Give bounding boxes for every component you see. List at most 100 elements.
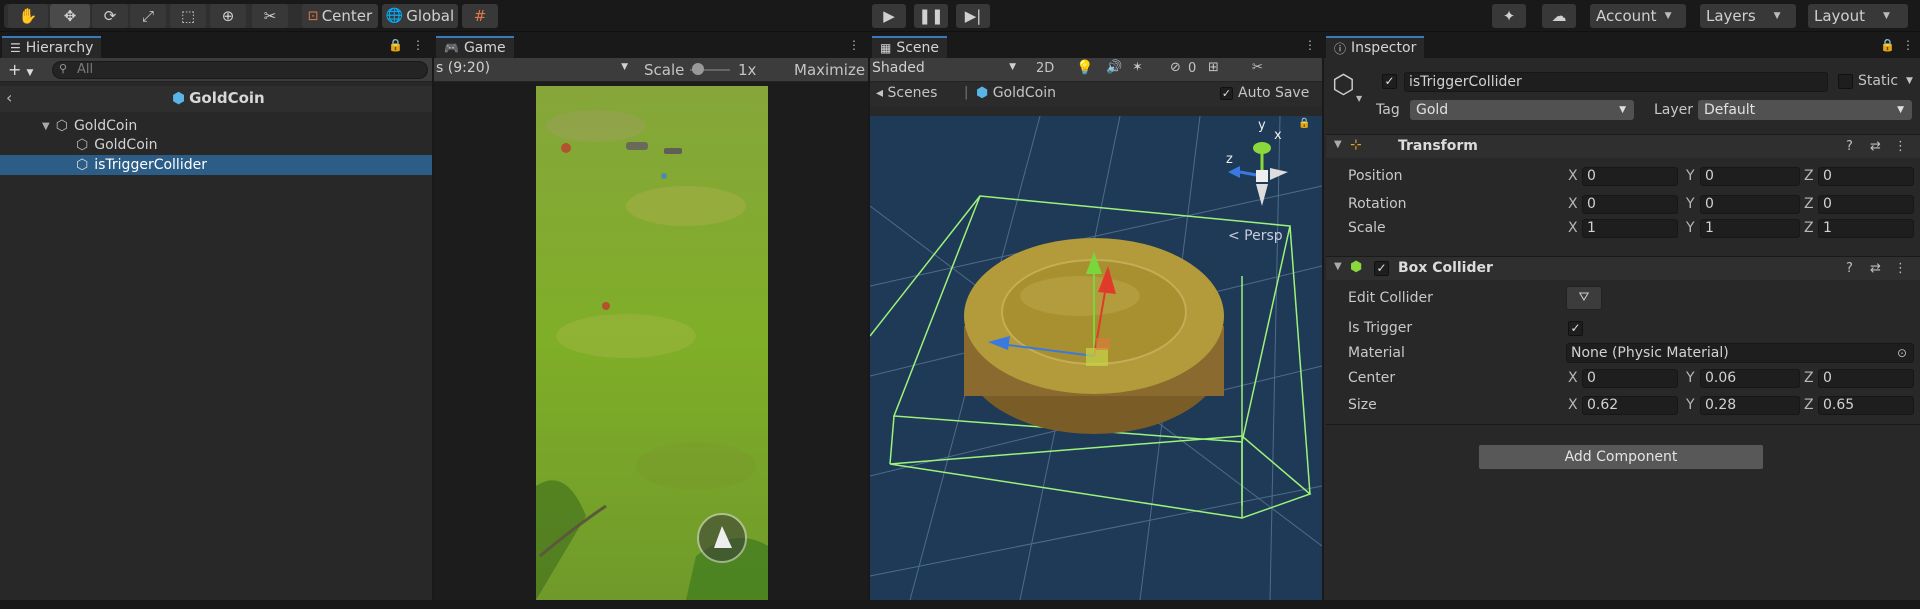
effects-icon[interactable]: ✶ (1132, 60, 1143, 75)
add-component-button[interactable]: Add Component (1478, 444, 1764, 470)
presets-icon[interactable]: ⇄ (1870, 261, 1881, 276)
rotate-tool-icon[interactable]: ⟳ (92, 4, 128, 28)
chevron-down-icon: ▼ (1773, 11, 1781, 21)
tab-game-label: Game (463, 40, 506, 56)
center-y-field[interactable]: 0.06 (1700, 369, 1800, 388)
autosave-checkbox[interactable]: ✓ (1220, 87, 1233, 100)
size-y-field[interactable]: 0.28 (1700, 396, 1800, 415)
grid-toggle-icon[interactable]: ⊞ (1208, 60, 1219, 75)
scale-slider-thumb[interactable] (692, 63, 704, 75)
more-menu-icon[interactable]: ⋮ (1304, 38, 1316, 52)
layers-label: Layers (1706, 7, 1756, 25)
visibility-icon[interactable]: ⊘ (1170, 60, 1181, 75)
object-name-field[interactable]: isTriggerCollider (1404, 72, 1828, 92)
center-z-field[interactable]: 0 (1818, 369, 1914, 388)
gizmo-lock-icon[interactable]: 🔒 (1298, 118, 1310, 129)
expand-arrow-icon[interactable]: ▼ (1334, 139, 1342, 150)
orientation-gizmo[interactable]: y x z (1210, 118, 1310, 224)
component-menu-icon[interactable]: ⋮ (1894, 261, 1907, 276)
transform-header[interactable]: ▼ ⊹ Transform ? ⇄ ⋮ (1326, 134, 1920, 158)
tab-hierarchy[interactable]: ☰ Hierarchy (2, 36, 102, 58)
box-collider-enabled-checkbox[interactable]: ✓ (1374, 261, 1389, 276)
lock-icon[interactable]: 🔒 (1880, 38, 1895, 52)
prefab-breadcrumb: ‹ ⬢ GoldCoin (0, 86, 432, 112)
help-icon[interactable]: ? (1846, 261, 1853, 276)
shading-mode-dropdown[interactable]: Shaded ▼ (872, 60, 1020, 80)
perspective-toggle[interactable]: < Persp (1228, 228, 1283, 244)
position-z-field[interactable]: 0 (1818, 167, 1914, 186)
rotation-z-field[interactable]: 0 (1818, 195, 1914, 214)
tab-scene[interactable]: ▦ Scene (872, 36, 948, 58)
audio-icon[interactable]: 🔊 (1106, 60, 1122, 75)
edit-collider-label: Edit Collider (1348, 290, 1433, 306)
size-x-field[interactable]: 0.62 (1582, 396, 1678, 415)
component-menu-icon[interactable]: ⋮ (1894, 139, 1907, 154)
pause-button[interactable]: ❚❚ (914, 4, 948, 28)
chevron-down-icon: ▼ (1619, 105, 1626, 115)
move-tool-icon[interactable]: ✥ (50, 4, 90, 28)
prefab-crumb[interactable]: ⬢ GoldCoin (976, 85, 1056, 101)
scenes-link[interactable]: ◂ Scenes (876, 85, 937, 101)
hierarchy-item-goldcoin-child[interactable]: ⬡ GoldCoin (0, 135, 432, 155)
scale-x-field[interactable]: 1 (1582, 219, 1678, 238)
layers-dropdown[interactable]: Layers ▼ (1700, 4, 1796, 28)
hierarchy-item-istriggercollider[interactable]: ⬡ isTriggerCollider (0, 155, 432, 175)
presets-icon[interactable]: ⇄ (1870, 139, 1881, 154)
scale-z-field[interactable]: 1 (1818, 219, 1914, 238)
edit-collider-button[interactable]: ⛛ (1566, 286, 1602, 310)
play-button[interactable]: ▶ (872, 4, 906, 28)
rotation-x-field[interactable]: 0 (1582, 195, 1678, 214)
position-y-field[interactable]: 0 (1700, 167, 1800, 186)
static-checkbox[interactable] (1838, 74, 1853, 89)
expand-arrow-icon[interactable]: ▼ (42, 121, 50, 132)
more-menu-icon[interactable]: ⋮ (848, 38, 860, 52)
rotation-y-field[interactable]: 0 (1700, 195, 1800, 214)
size-z-field[interactable]: 0.65 (1818, 396, 1914, 415)
icon-dropdown-caret[interactable]: ▼ (1356, 94, 1362, 103)
position-x-field[interactable]: 0 (1582, 167, 1678, 186)
account-dropdown[interactable]: Account ▼ (1590, 4, 1686, 28)
step-button[interactable]: ▶| (956, 4, 990, 28)
tab-inspector[interactable]: ⓘ Inspector (1326, 36, 1425, 58)
layout-dropdown[interactable]: Layout ▼ (1808, 4, 1908, 28)
lock-icon[interactable]: 🔒 (388, 38, 403, 52)
layer-dropdown[interactable]: Default ▼ (1698, 100, 1912, 120)
scale-tool-icon[interactable]: ⤢ (130, 4, 166, 28)
aspect-dropdown[interactable]: s (9:20) ▼ (436, 60, 632, 80)
tab-game[interactable]: 🎮 Game (436, 36, 514, 58)
more-menu-icon[interactable]: ⋮ (412, 38, 424, 52)
box-collider-header[interactable]: ▼ ⬢ ✓ Box Collider ? ⇄ ⋮ (1326, 256, 1920, 280)
scale-y-field[interactable]: 1 (1700, 219, 1800, 238)
material-field[interactable]: None (Physic Material) ⊙ (1566, 343, 1914, 363)
2d-toggle[interactable]: 2D (1036, 61, 1054, 76)
more-menu-icon[interactable]: ⋮ (1902, 38, 1914, 52)
back-chevron-icon[interactable]: ‹ (6, 88, 12, 107)
size-z-value: 0.65 (1823, 397, 1855, 413)
game-viewport[interactable] (536, 86, 768, 600)
create-plus-icon[interactable]: + ▼ (8, 60, 33, 79)
custom-tool-icon[interactable]: ✂ (252, 4, 288, 28)
scene-viewport[interactable]: y x z 🔒 < Persp (870, 116, 1322, 600)
is-trigger-checkbox[interactable]: ✓ (1568, 321, 1583, 336)
pivot-center-toggle[interactable]: ⊡ Center (302, 4, 378, 28)
pivot-global-toggle[interactable]: 🌐 Global (382, 4, 458, 28)
lighting-icon[interactable]: 💡 (1076, 60, 1093, 76)
hand-tool-icon[interactable]: ✋ (8, 4, 48, 28)
rect-tool-icon[interactable]: ⬚ (170, 4, 206, 28)
hierarchy-item-goldcoin-root[interactable]: ▼ ⬡ GoldCoin (0, 116, 432, 136)
help-icon[interactable]: ? (1846, 139, 1853, 154)
cloud-icon[interactable]: ☁ (1542, 4, 1576, 28)
services-icon[interactable]: ✦ (1492, 4, 1526, 28)
tag-dropdown[interactable]: Gold ▼ (1410, 100, 1634, 120)
chevron-down-icon[interactable]: ▼ (1906, 76, 1913, 86)
tools-icon[interactable]: ✂ (1252, 60, 1263, 75)
active-checkbox[interactable]: ✓ (1382, 74, 1397, 89)
center-x-field[interactable]: 0 (1582, 369, 1678, 388)
grid-snap-icon[interactable]: # (462, 4, 498, 28)
maximize-toggle[interactable]: Maximize (794, 61, 865, 79)
expand-arrow-icon[interactable]: ▼ (1334, 261, 1342, 272)
list-icon: ☰ (10, 41, 21, 55)
hierarchy-search-input[interactable]: ⚲ All (52, 61, 428, 79)
object-picker-icon[interactable]: ⊙ (1897, 344, 1907, 362)
transform-tool-icon[interactable]: ⊕ (210, 4, 246, 28)
